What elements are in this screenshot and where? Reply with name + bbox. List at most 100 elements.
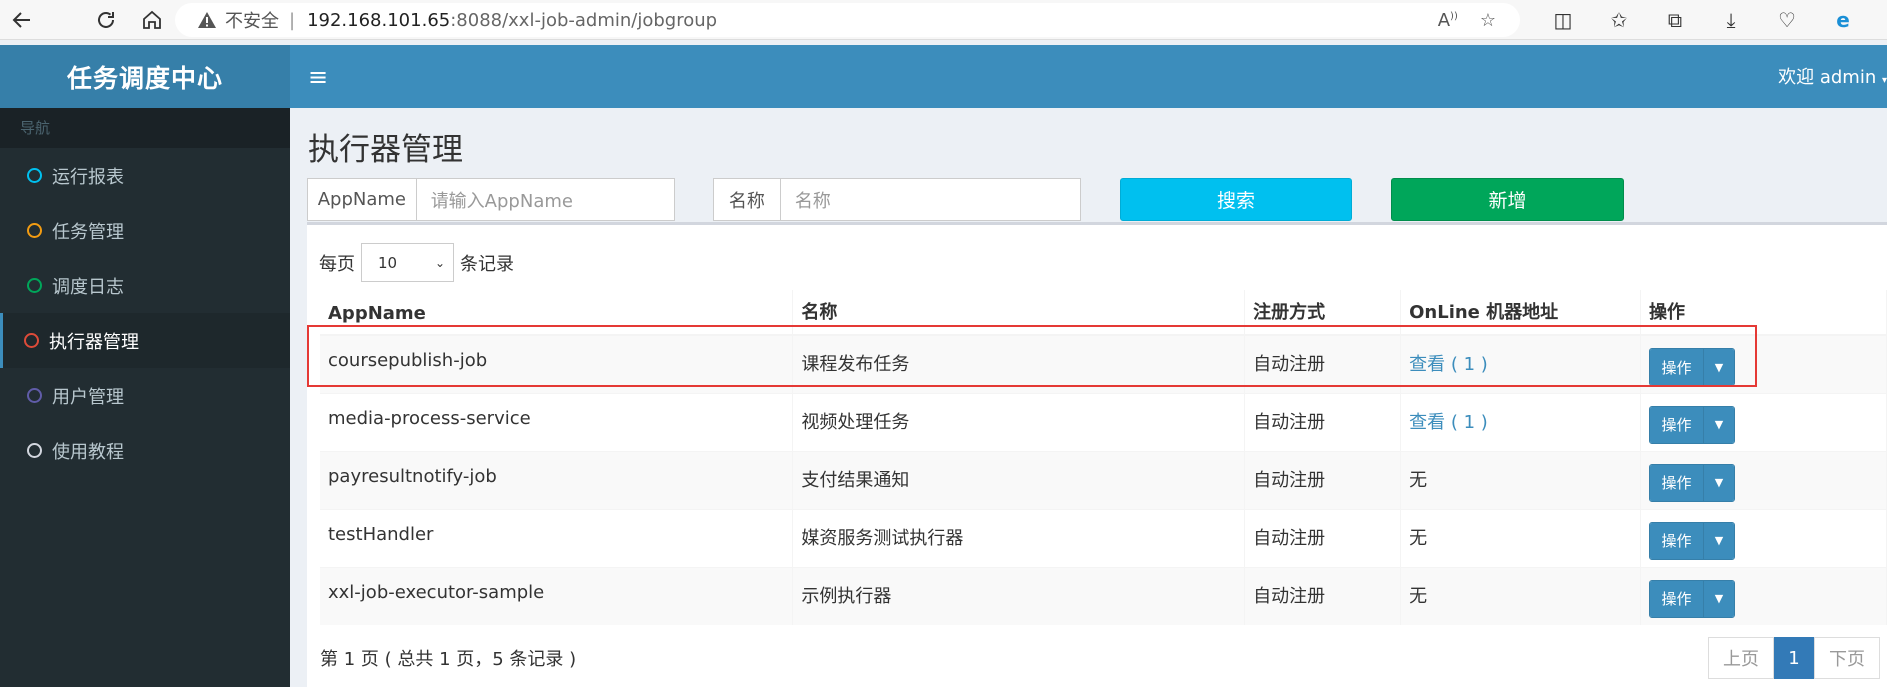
page-size-value: 10: [378, 253, 398, 272]
circle-icon: [27, 168, 42, 183]
warning-icon: [198, 12, 216, 28]
sidebar-item-jobs[interactable]: 任务管理: [0, 203, 290, 258]
pagination-info: 第 1 页 ( 总共 1 页，5 条记录 ): [320, 649, 577, 670]
page-title: 执行器管理: [308, 132, 463, 168]
operations-button[interactable]: 操作: [1650, 406, 1705, 443]
read-aloud-icon[interactable]: A)): [1438, 10, 1458, 31]
operations-dropdown[interactable]: 操作 ▼: [1649, 579, 1736, 618]
sidebar-item-label: 使用教程: [52, 441, 124, 463]
chevron-down-icon: ⌄: [434, 255, 445, 270]
caret-down-icon[interactable]: ▼: [1704, 349, 1735, 385]
operations-dropdown[interactable]: 操作 ▼: [1649, 348, 1736, 386]
favorite-star-icon[interactable]: ☆: [1480, 10, 1496, 31]
appname-input[interactable]: 请输入AppName: [417, 179, 674, 220]
cell-name: 示例执行器: [792, 566, 1246, 625]
cell-online: 无: [1400, 508, 1642, 567]
operations-dropdown[interactable]: 操作 ▼: [1649, 463, 1736, 502]
table-row: testHandler 媒资服务测试执行器 自动注册 无 操作 ▼: [320, 508, 1887, 567]
executor-table: AppName 名称 注册方式 OnLine 机器地址 操作 coursepub…: [320, 290, 1887, 625]
sidebar-item-users[interactable]: 用户管理: [0, 368, 290, 423]
prev-page-button[interactable]: 上页: [1708, 637, 1774, 679]
caret-down-icon[interactable]: ▼: [1704, 522, 1735, 559]
circle-icon: [24, 333, 39, 348]
user-menu[interactable]: 欢迎 admin ▾: [1778, 63, 1887, 89]
search-button[interactable]: 搜索: [1120, 178, 1352, 221]
cell-actions: 操作 ▼: [1640, 392, 1887, 451]
back-icon[interactable]: [0, 0, 44, 40]
cell-appname: media-process-service: [320, 392, 794, 451]
menu-toggle-icon[interactable]: ≡: [308, 63, 328, 91]
add-button[interactable]: 新增: [1391, 178, 1624, 221]
cell-registration: 自动注册: [1244, 508, 1402, 567]
url-host: 192.168.101.65: [307, 9, 451, 31]
name-input[interactable]: 名称: [781, 179, 1080, 220]
operations-button[interactable]: 操作: [1650, 580, 1705, 617]
nav-header: 导航: [0, 108, 290, 148]
pagination: 上页 1 下页: [1708, 637, 1880, 679]
top-navbar: ≡ 欢迎 admin ▾: [290, 45, 1887, 108]
column-header-appname[interactable]: AppName: [320, 290, 794, 336]
cell-online: 查看 ( 1 ): [1400, 334, 1642, 393]
operations-button[interactable]: 操作: [1650, 464, 1705, 501]
table-row: media-process-service 视频处理任务 自动注册 查看 ( 1…: [320, 392, 1887, 451]
caret-down-icon[interactable]: ▼: [1704, 580, 1735, 617]
table-row: coursepublish-job 课程发布任务 自动注册 查看 ( 1 ) 操…: [320, 334, 1887, 393]
executor-list-box: 每页 10 ⌄ 条记录 AppName 名称 注册方式 OnLine 机器地址 …: [307, 222, 1887, 687]
sidebar-item-executors[interactable]: 执行器管理: [0, 313, 290, 368]
page-size-select[interactable]: 10 ⌄: [361, 243, 454, 282]
favorites-icon[interactable]: ✩: [1591, 0, 1647, 40]
caret-down-icon[interactable]: ▼: [1704, 464, 1735, 501]
next-page-button[interactable]: 下页: [1814, 637, 1880, 679]
circle-icon: [27, 278, 42, 293]
sidebar: 任务调度中心 导航 运行报表 任务管理 调度日志 执行器管理 用户管理 使用教程: [0, 45, 290, 687]
name-label: 名称: [714, 179, 781, 220]
page-size-suffix: 条记录: [460, 253, 514, 275]
circle-icon: [27, 443, 42, 458]
address-bar[interactable]: 不安全 | 192.168.101.65 :8088/xxl-job-admin…: [175, 3, 1520, 37]
home-icon[interactable]: [130, 0, 174, 40]
operations-button[interactable]: 操作: [1650, 522, 1705, 559]
column-header-actions: 操作: [1640, 290, 1887, 336]
edge-icon[interactable]: e: [1815, 0, 1871, 40]
cell-registration: 自动注册: [1244, 450, 1402, 509]
operations-dropdown[interactable]: 操作 ▼: [1649, 405, 1736, 444]
sidebar-item-label: 运行报表: [52, 166, 124, 188]
sidebar-item-logs[interactable]: 调度日志: [0, 258, 290, 313]
download-icon[interactable]: ⤓: [1703, 0, 1759, 40]
cell-appname: testHandler: [320, 508, 794, 567]
sidebar-item-reports[interactable]: 运行报表: [0, 148, 290, 203]
table-row: xxl-job-executor-sample 示例执行器 自动注册 无 操作 …: [320, 566, 1887, 625]
table-header-row: AppName 名称 注册方式 OnLine 机器地址 操作: [320, 290, 1887, 336]
sidebar-item-help[interactable]: 使用教程: [0, 423, 290, 478]
collections-icon[interactable]: ⧉: [1647, 0, 1703, 40]
appname-label: AppName: [308, 179, 417, 220]
cell-actions: 操作 ▼: [1640, 334, 1887, 393]
browser-essentials-icon[interactable]: ♡: [1759, 0, 1815, 40]
split-screen-icon[interactable]: ◫: [1535, 0, 1591, 40]
page-1-button[interactable]: 1: [1774, 637, 1814, 679]
column-header-registration[interactable]: 注册方式: [1244, 290, 1402, 336]
cell-name: 视频处理任务: [792, 392, 1246, 451]
column-header-online[interactable]: OnLine 机器地址: [1400, 290, 1642, 336]
operations-button[interactable]: 操作: [1650, 349, 1705, 385]
view-online-link[interactable]: 查看 ( 1 ): [1409, 412, 1488, 433]
browser-toolbar: 不安全 | 192.168.101.65 :8088/xxl-job-admin…: [0, 0, 1887, 40]
column-header-name[interactable]: 名称: [792, 290, 1246, 336]
cell-appname: payresultnotify-job: [320, 450, 794, 509]
cell-name: 支付结果通知: [792, 450, 1246, 509]
circle-icon: [27, 223, 42, 238]
cell-online: 无: [1400, 450, 1642, 509]
caret-down-icon[interactable]: ▼: [1704, 406, 1735, 443]
cell-name: 媒资服务测试执行器: [792, 508, 1246, 567]
refresh-icon[interactable]: [84, 0, 128, 40]
cell-appname: coursepublish-job: [320, 334, 794, 393]
welcome-text: 欢迎 admin: [1778, 67, 1877, 88]
page-size-prefix: 每页: [319, 253, 355, 275]
page-size-control: 每页 10 ⌄ 条记录: [319, 243, 514, 282]
app-logo[interactable]: 任务调度中心: [0, 45, 290, 108]
operations-dropdown[interactable]: 操作 ▼: [1649, 521, 1736, 560]
cell-registration: 自动注册: [1244, 392, 1402, 451]
sidebar-item-label: 调度日志: [52, 276, 124, 298]
cell-online: 查看 ( 1 ): [1400, 392, 1642, 451]
view-online-link[interactable]: 查看 ( 1 ): [1409, 354, 1488, 375]
